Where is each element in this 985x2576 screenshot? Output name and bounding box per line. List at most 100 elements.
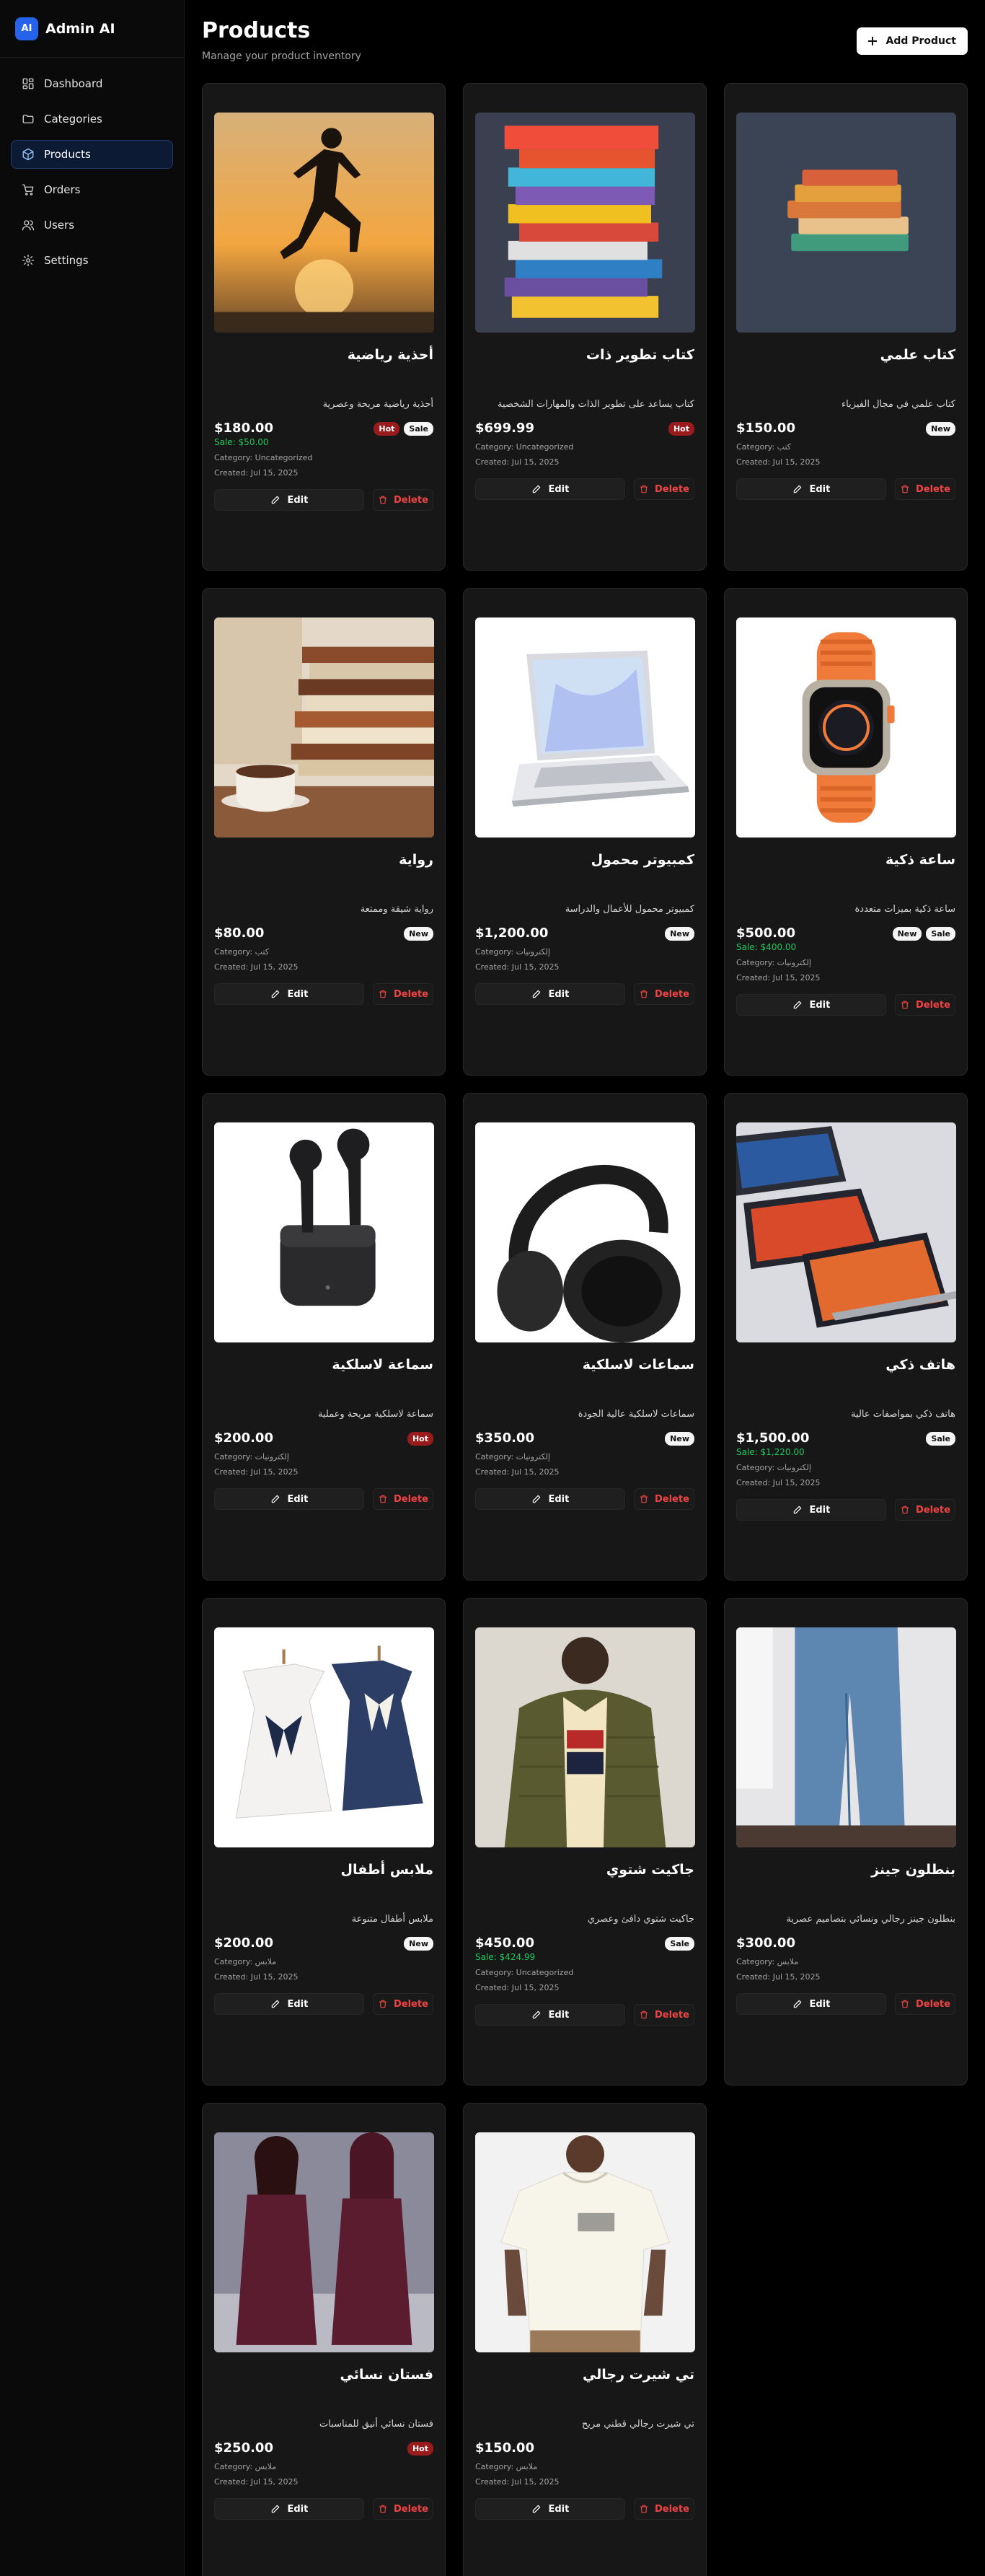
delete-button[interactable]: Delete xyxy=(633,2498,694,2520)
edit-button[interactable]: Edit xyxy=(214,983,364,1005)
product-card: بنطلون جينز بنطلون جينز رجالي ونسائي بتصا… xyxy=(724,1598,968,2085)
edit-button[interactable]: Edit xyxy=(214,489,364,511)
sidebar-item-dashboard[interactable]: Dashboard xyxy=(11,69,173,98)
page-header: Products Manage your product inventory A… xyxy=(202,17,968,68)
delete-button[interactable]: Delete xyxy=(633,478,694,500)
edit-label: Edit xyxy=(548,2009,570,2021)
price-row: $699.99 Hot xyxy=(475,421,694,436)
trash-icon xyxy=(379,2505,387,2513)
edit-button[interactable]: Edit xyxy=(475,2498,625,2520)
product-card: سماعة لاسلكية سماعة لاسلكية مريحة وعملية $… xyxy=(202,1093,446,1581)
product-price: $180.00 xyxy=(214,421,273,436)
product-name: فستان نسائي xyxy=(340,2367,433,2383)
delete-button[interactable]: Delete xyxy=(372,1993,433,2015)
trash-icon xyxy=(901,1505,909,1514)
delete-button[interactable]: Delete xyxy=(894,1993,955,2015)
product-price: $350.00 xyxy=(475,1430,534,1446)
product-price: $80.00 xyxy=(214,926,265,941)
delete-label: Delete xyxy=(654,988,689,1000)
delete-button[interactable]: Delete xyxy=(894,1499,955,1521)
delete-button[interactable]: Delete xyxy=(633,983,694,1005)
delete-button[interactable]: Delete xyxy=(372,983,433,1005)
edit-button[interactable]: Edit xyxy=(736,994,886,1016)
delete-button[interactable]: Delete xyxy=(372,1488,433,1510)
edit-button[interactable]: Edit xyxy=(736,478,886,500)
sidebar-item-label: Products xyxy=(44,148,91,161)
product-card: أحذية رياضية أحذية رياضية مريحة وعصرية $18… xyxy=(202,83,446,571)
product-card: ملابس أطفال ملابس أطفال متنوعة $200.00 New C… xyxy=(202,1598,446,2085)
delete-button[interactable]: Delete xyxy=(372,489,433,511)
edit-button[interactable]: Edit xyxy=(736,1993,886,2015)
edit-button[interactable]: Edit xyxy=(475,983,625,1005)
new-badge: New xyxy=(926,422,955,436)
brand-name: Admin AI xyxy=(45,20,115,37)
price-row: $150.00 New xyxy=(736,421,955,436)
product-image xyxy=(736,617,956,838)
product-card: ساعة ذكية ساعة ذكية بميزات متعددة $500.00 S… xyxy=(724,588,968,1076)
edit-label: Edit xyxy=(287,1493,309,1505)
delete-label: Delete xyxy=(393,2503,428,2515)
add-product-button[interactable]: Add Product xyxy=(857,27,968,55)
product-image xyxy=(736,1122,956,1342)
gear-icon xyxy=(21,253,35,268)
product-price: $150.00 xyxy=(736,421,795,436)
delete-button[interactable]: Delete xyxy=(633,1488,694,1510)
product-price: $250.00 xyxy=(214,2440,273,2456)
edit-button[interactable]: Edit xyxy=(214,1488,364,1510)
product-created: Created: Jul 15, 2025 xyxy=(736,1972,821,1982)
product-grid: أحذية رياضية أحذية رياضية مريحة وعصرية $18… xyxy=(202,83,968,2576)
product-price: $1,200.00 xyxy=(475,926,549,941)
product-description: كتاب يساعد على تطوير الذات والمهارات الش… xyxy=(498,399,694,410)
edit-button[interactable]: Edit xyxy=(475,1488,625,1510)
card-actions: Edit Delete xyxy=(214,2498,433,2520)
sidebar-item-categories[interactable]: Categories xyxy=(11,105,173,133)
product-created: Created: Jul 15, 2025 xyxy=(214,468,299,478)
delete-button[interactable]: Delete xyxy=(372,2498,433,2520)
sidebar-item-orders[interactable]: Orders xyxy=(11,175,173,204)
delete-button[interactable]: Delete xyxy=(633,2004,694,2026)
product-name: تي شيرت رجالي xyxy=(582,2367,694,2383)
product-name: أحذية رياضية xyxy=(347,347,433,363)
delete-label: Delete xyxy=(393,1998,428,2010)
edit-icon xyxy=(271,2000,279,2008)
product-card: كتاب تطوير ذات كتاب يساعد على تطوير الذات… xyxy=(463,83,707,571)
product-image xyxy=(475,113,695,333)
product-category: Category: ملابس xyxy=(214,2462,277,2471)
delete-label: Delete xyxy=(654,483,689,495)
product-description: رواية شيقة وممتعة xyxy=(360,904,433,915)
edit-button[interactable]: Edit xyxy=(736,1499,886,1521)
sidebar-item-products[interactable]: Products xyxy=(11,140,173,169)
product-image xyxy=(736,113,956,333)
delete-button[interactable]: Delete xyxy=(894,994,955,1016)
delete-button[interactable]: Delete xyxy=(894,478,955,500)
edit-button[interactable]: Edit xyxy=(475,478,625,500)
edit-label: Edit xyxy=(548,988,570,1000)
card-actions: Edit Delete xyxy=(475,2004,694,2026)
product-category: Category: كتب xyxy=(214,947,270,957)
edit-button[interactable]: Edit xyxy=(214,1993,364,2015)
sidebar-item-settings[interactable]: Settings xyxy=(11,246,173,275)
edit-button[interactable]: Edit xyxy=(475,2004,625,2026)
delete-label: Delete xyxy=(654,1493,689,1505)
card-actions: Edit Delete xyxy=(214,983,433,1005)
badge-group: Hot xyxy=(407,1432,433,1446)
product-image xyxy=(214,617,434,838)
product-name: هاتف ذكي xyxy=(885,1357,955,1373)
sidebar-item-users[interactable]: Users xyxy=(11,211,173,239)
badge-group: Hot xyxy=(668,422,694,436)
price-row: $200.00 Hot xyxy=(214,1430,433,1446)
product-created: Created: Jul 15, 2025 xyxy=(214,1467,299,1477)
product-name: سماعة لاسلكية xyxy=(332,1357,433,1373)
product-created: Created: Jul 15, 2025 xyxy=(475,1983,560,1992)
edit-button[interactable]: Edit xyxy=(214,2498,364,2520)
product-category: Category: ملابس xyxy=(214,1957,277,1966)
sale-badge: Sale xyxy=(404,422,433,436)
brand[interactable]: AI Admin AI xyxy=(0,0,184,58)
product-name: كتاب علمي xyxy=(880,347,955,363)
delete-label: Delete xyxy=(654,2503,689,2515)
card-actions: Edit Delete xyxy=(214,489,433,511)
folder-icon xyxy=(21,112,35,126)
edit-label: Edit xyxy=(287,494,309,506)
sidebar-item-label: Orders xyxy=(44,183,81,196)
price-row: $1,200.00 New xyxy=(475,926,694,941)
